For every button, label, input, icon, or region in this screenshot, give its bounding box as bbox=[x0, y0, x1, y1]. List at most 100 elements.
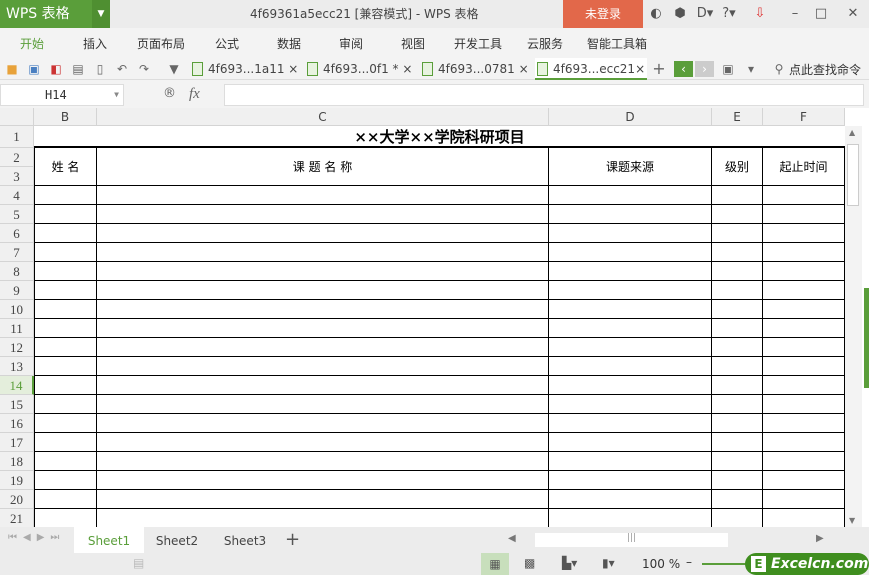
table-cell[interactable] bbox=[97, 186, 549, 205]
sheet-tab-sheet3[interactable]: Sheet3 bbox=[214, 527, 276, 553]
table-cell[interactable] bbox=[712, 186, 763, 205]
table-cell[interactable] bbox=[549, 414, 712, 433]
row-header[interactable]: 6 bbox=[0, 224, 34, 243]
side-panel-handle[interactable] bbox=[864, 288, 869, 388]
doc-tab[interactable]: 4f693...0781 × bbox=[420, 58, 530, 80]
reading-layout-icon[interactable]: ▙▾ bbox=[562, 556, 577, 570]
new-tab-icon[interactable]: + bbox=[651, 61, 667, 77]
table-cell[interactable] bbox=[763, 471, 845, 490]
row-header[interactable]: 13 bbox=[0, 357, 34, 376]
table-cell[interactable] bbox=[712, 224, 763, 243]
eye-protect-icon[interactable]: ▮▾ bbox=[602, 556, 615, 570]
table-cell[interactable] bbox=[549, 186, 712, 205]
table-cell[interactable] bbox=[763, 452, 845, 471]
redo-icon[interactable]: ↷ bbox=[136, 61, 152, 77]
table-cell[interactable] bbox=[97, 509, 549, 527]
table-cell[interactable] bbox=[34, 509, 97, 527]
row-header[interactable]: 9 bbox=[0, 281, 34, 300]
table-cell[interactable] bbox=[712, 490, 763, 509]
row-header[interactable]: 11 bbox=[0, 319, 34, 338]
tab-page-layout[interactable]: 页面布局 bbox=[137, 28, 185, 60]
table-cell[interactable] bbox=[549, 243, 712, 262]
table-cell[interactable] bbox=[712, 509, 763, 527]
table-cell[interactable] bbox=[549, 205, 712, 224]
doc-tab[interactable]: 4f693...0f1 * × bbox=[305, 58, 417, 80]
table-cell[interactable] bbox=[34, 338, 97, 357]
row-header[interactable]: 8 bbox=[0, 262, 34, 281]
save-icon[interactable]: ▣ bbox=[26, 61, 42, 77]
table-cell[interactable] bbox=[549, 395, 712, 414]
table-cell[interactable] bbox=[97, 433, 549, 452]
table-cell[interactable] bbox=[34, 262, 97, 281]
table-cell[interactable] bbox=[34, 471, 97, 490]
tab-smart-tools[interactable]: 智能工具箱 bbox=[587, 28, 647, 60]
row-header[interactable]: 7 bbox=[0, 243, 34, 262]
row-header[interactable]: 5 bbox=[0, 205, 34, 224]
table-cell[interactable] bbox=[97, 357, 549, 376]
table-cell[interactable] bbox=[34, 319, 97, 338]
table-cell[interactable] bbox=[712, 319, 763, 338]
table-cell[interactable] bbox=[763, 281, 845, 300]
table-cell[interactable] bbox=[712, 243, 763, 262]
search-icon[interactable]: ⚲ bbox=[771, 61, 787, 77]
settings-icon[interactable]: ⬢ bbox=[670, 0, 690, 28]
search-command[interactable]: 点此查找命令 bbox=[789, 61, 861, 78]
close-icon[interactable]: ✕ bbox=[843, 0, 863, 28]
table-cell[interactable] bbox=[34, 414, 97, 433]
scroll-left-icon[interactable]: ◀ bbox=[508, 533, 516, 544]
column-header[interactable]: C bbox=[97, 108, 549, 126]
table-cell[interactable] bbox=[763, 414, 845, 433]
table-cell[interactable] bbox=[34, 395, 97, 414]
page-break-view-icon[interactable]: ▩ bbox=[524, 556, 535, 570]
table-cell[interactable] bbox=[549, 319, 712, 338]
spreadsheet-grid[interactable]: B C D E F 1 2 3 4 5 6 7 8 9 10 11 12 13 14 15 16 17 18 19 20 21 ××… bbox=[0, 108, 845, 527]
table-cell[interactable] bbox=[97, 243, 549, 262]
table-cell[interactable] bbox=[34, 376, 97, 395]
sheet-title[interactable]: ××大学××学院科研项目 bbox=[34, 126, 845, 148]
table-cell[interactable] bbox=[763, 300, 845, 319]
table-cell[interactable] bbox=[763, 224, 845, 243]
table-cell[interactable] bbox=[549, 300, 712, 319]
sheet-tab-sheet1[interactable]: Sheet1 bbox=[74, 527, 144, 553]
row-header[interactable]: 19 bbox=[0, 471, 34, 490]
table-cell[interactable] bbox=[712, 414, 763, 433]
tab-next-icon[interactable]: › bbox=[695, 61, 714, 77]
table-cell[interactable] bbox=[97, 471, 549, 490]
table-cell[interactable] bbox=[549, 490, 712, 509]
maximize-icon[interactable]: □ bbox=[811, 0, 831, 28]
table-cell[interactable] bbox=[712, 338, 763, 357]
tab-insert[interactable]: 插入 bbox=[83, 28, 107, 60]
name-box[interactable]: H14 ▼ bbox=[0, 84, 124, 106]
column-header[interactable]: D bbox=[549, 108, 712, 126]
tab-list-icon[interactable]: ▾ bbox=[743, 61, 759, 77]
table-cell[interactable] bbox=[549, 471, 712, 490]
table-cell[interactable] bbox=[97, 414, 549, 433]
help-icon[interactable]: ?▾ bbox=[718, 0, 740, 28]
table-cell[interactable] bbox=[34, 452, 97, 471]
header-cell[interactable]: 课题来源 bbox=[549, 148, 712, 186]
table-cell[interactable] bbox=[763, 319, 845, 338]
table-cell[interactable] bbox=[549, 376, 712, 395]
tab-developer[interactable]: 开发工具 bbox=[454, 28, 502, 60]
table-cell[interactable] bbox=[97, 300, 549, 319]
more-dropdown-icon[interactable]: ▼ bbox=[166, 61, 182, 77]
table-cell[interactable] bbox=[763, 357, 845, 376]
header-cell[interactable]: 课 题 名 称 bbox=[97, 148, 549, 186]
row-header[interactable]: 1 bbox=[0, 126, 34, 148]
table-cell[interactable] bbox=[549, 452, 712, 471]
tab-view[interactable]: 视图 bbox=[401, 28, 425, 60]
table-cell[interactable] bbox=[712, 395, 763, 414]
header-cell[interactable]: 起止时间 bbox=[763, 148, 845, 186]
row-header[interactable]: 14 bbox=[0, 376, 34, 395]
horizontal-scrollbar-thumb[interactable]: ||| bbox=[535, 533, 728, 547]
table-cell[interactable] bbox=[712, 262, 763, 281]
header-cell[interactable]: 级别 bbox=[712, 148, 763, 186]
scrollbar-thumb[interactable] bbox=[847, 144, 859, 206]
table-cell[interactable] bbox=[763, 186, 845, 205]
feedback-icon[interactable]: D▾ bbox=[694, 0, 716, 28]
table-cell[interactable] bbox=[763, 205, 845, 224]
row-header[interactable]: 21 bbox=[0, 509, 34, 527]
table-cell[interactable] bbox=[712, 452, 763, 471]
scroll-right-icon[interactable]: ▶ bbox=[816, 533, 824, 544]
column-header[interactable]: F bbox=[763, 108, 845, 126]
